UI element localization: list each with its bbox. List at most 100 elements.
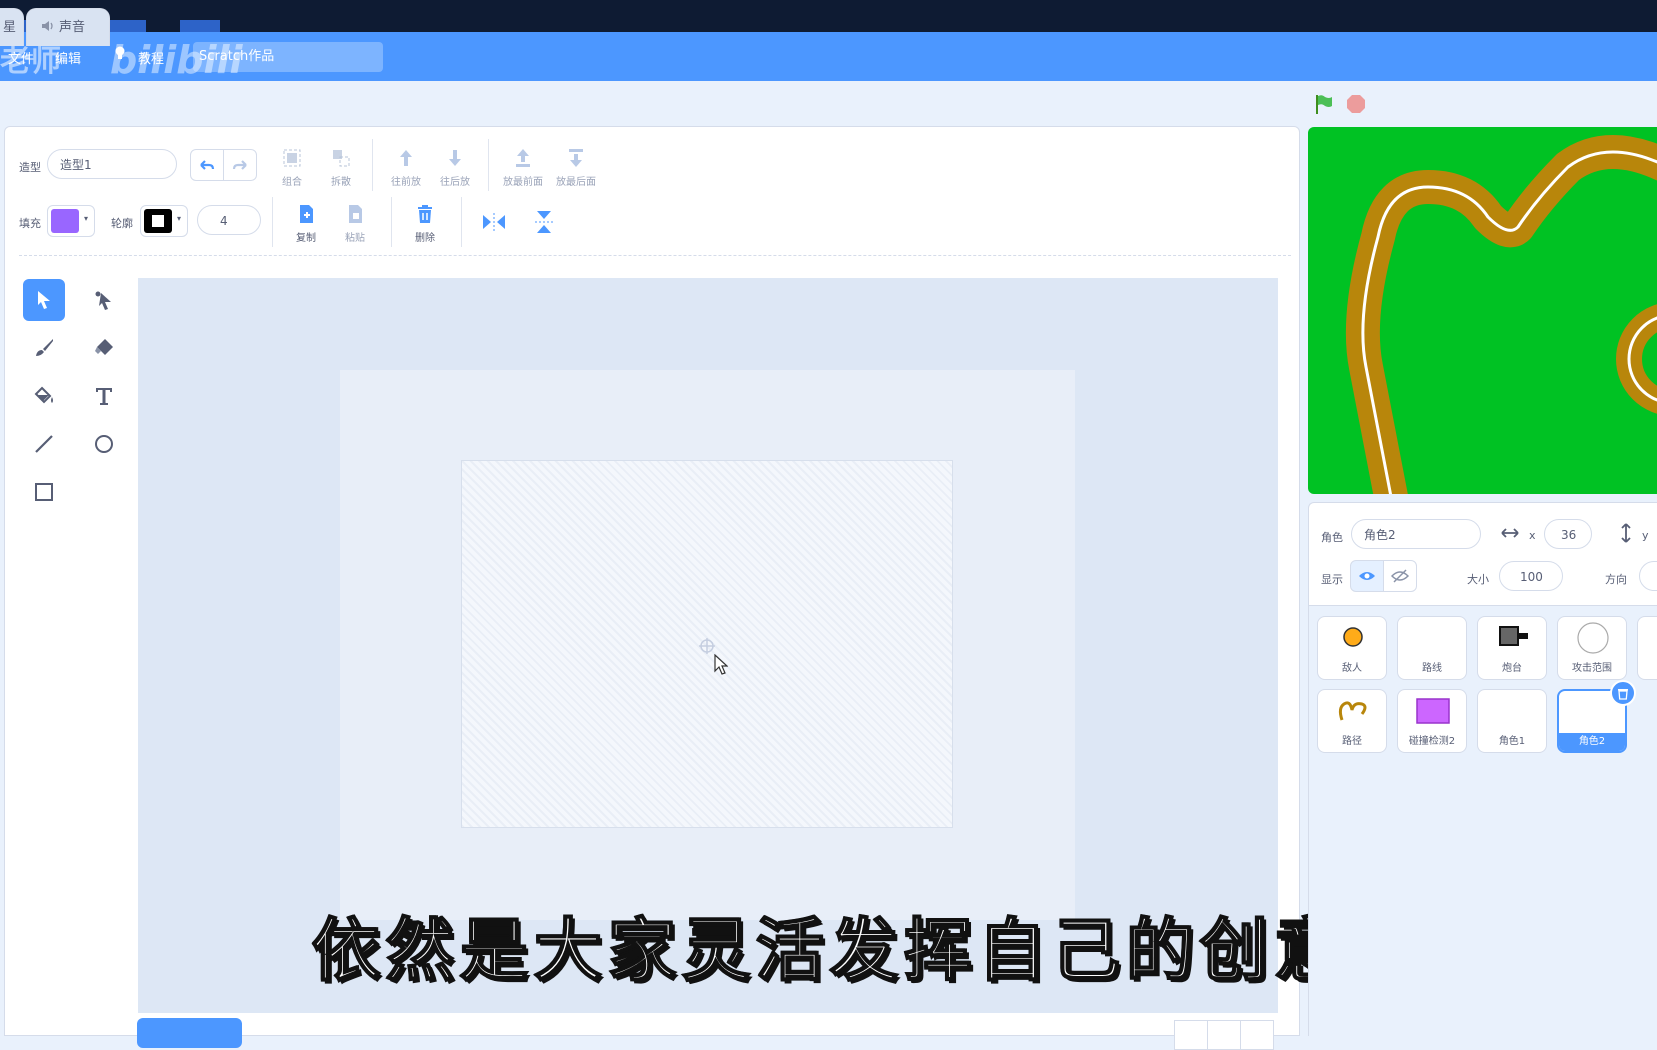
show-sprite-button[interactable] <box>1350 560 1384 592</box>
toolbar-divider <box>272 197 273 247</box>
direction-input[interactable] <box>1639 561 1657 591</box>
trash-icon <box>418 205 432 223</box>
costume-name-input[interactable]: 造型1 <box>47 149 177 179</box>
backward-button[interactable]: 往后放 <box>429 147 481 188</box>
rectangle-icon <box>35 483 53 501</box>
sprite-tile-attack-range[interactable]: 攻击范围 <box>1557 616 1627 680</box>
speaker-icon <box>42 21 53 31</box>
sprite-name: 炮台 <box>1502 663 1522 674</box>
forward-button[interactable]: 往前放 <box>380 147 432 188</box>
toolbar-dashed-divider <box>19 255 1291 256</box>
copy-button[interactable]: 复制 <box>280 203 332 244</box>
turret-icon <box>1499 626 1528 646</box>
flip-horizontal-icon <box>483 213 505 231</box>
copy-label: 复制 <box>296 233 316 244</box>
forward-label: 往前放 <box>391 177 421 188</box>
redo-icon <box>232 160 247 170</box>
sprite-tile-enemy[interactable]: 敌人 <box>1317 616 1387 680</box>
sprite-tile-route[interactable]: 路线 <box>1397 616 1467 680</box>
toolbar-divider <box>372 139 373 191</box>
brush-tool[interactable] <box>23 327 65 369</box>
fill-color-picker[interactable]: ▾ <box>47 205 95 237</box>
circle-tool[interactable] <box>83 423 125 465</box>
line-icon <box>35 435 53 453</box>
front-button[interactable]: 放最前面 <box>497 147 549 188</box>
sprite-name: 攻击范围 <box>1572 663 1612 674</box>
mouse-cursor-icon <box>714 654 728 675</box>
eraser-icon <box>95 339 113 355</box>
send-back-icon <box>569 149 583 167</box>
undo-button[interactable] <box>190 149 224 181</box>
paint-canvas-stage[interactable] <box>461 460 953 828</box>
sprite-name: 路线 <box>1422 663 1442 674</box>
fill-tool[interactable] <box>23 375 65 417</box>
paste-label: 粘贴 <box>345 233 365 244</box>
sprite-tile-collision[interactable]: 碰撞检测2 <box>1397 689 1467 753</box>
select-tool[interactable] <box>23 279 65 321</box>
sprite-tile-turret[interactable]: 炮台 <box>1477 616 1547 680</box>
show-label: 显示 <box>1321 573 1343 586</box>
outline-color-swatch <box>144 209 172 233</box>
eye-icon <box>1359 572 1375 580</box>
trash-icon <box>1618 689 1628 700</box>
sprite-tile-partial[interactable] <box>1637 616 1657 680</box>
vertical-arrows-icon <box>1621 523 1631 543</box>
redo-button[interactable] <box>223 149 257 181</box>
tab-code[interactable]: 星 <box>0 8 24 46</box>
text-tool[interactable] <box>83 375 125 417</box>
fill-label: 填充 <box>19 217 41 230</box>
green-flag-icon[interactable] <box>1313 93 1335 115</box>
outline-color-picker[interactable]: ▾ <box>140 205 188 237</box>
eraser-tool[interactable] <box>83 327 125 369</box>
outline-width-input[interactable]: 4 <box>197 205 261 235</box>
zoom-in-button[interactable] <box>1240 1020 1274 1050</box>
flip-vertical-button[interactable] <box>533 209 555 235</box>
convert-mode-button[interactable] <box>137 1018 242 1048</box>
group-label: 组合 <box>282 177 302 188</box>
rectangle-tool[interactable] <box>23 471 65 513</box>
pointer-arrow-icon <box>38 291 50 309</box>
arrow-up-icon <box>400 150 412 166</box>
direction-label: 方向 <box>1605 573 1627 586</box>
sprite-tile-role1[interactable]: 角色1 <box>1477 689 1547 753</box>
sprite-name: 敌人 <box>1342 663 1362 674</box>
delete-sprite-button[interactable] <box>1610 680 1636 706</box>
flip-horizontal-button[interactable] <box>481 211 507 233</box>
eye-slash-icon <box>1391 569 1409 583</box>
stage-track-drawing <box>1345 135 1657 494</box>
sprite-name: 碰撞检测2 <box>1408 736 1456 747</box>
stop-sign-icon[interactable] <box>1346 94 1366 114</box>
delete-label: 删除 <box>415 233 435 244</box>
paste-button[interactable]: 粘贴 <box>329 203 381 244</box>
ungroup-button[interactable]: 拆散 <box>315 147 367 188</box>
x-label: x <box>1529 529 1536 542</box>
sprite-tile-path[interactable]: 路径 <box>1317 689 1387 753</box>
line-tool[interactable] <box>23 423 65 465</box>
back-button[interactable]: 放最后面 <box>550 147 602 188</box>
x-input[interactable]: 36 <box>1544 519 1592 549</box>
flip-vertical-icon <box>535 211 553 233</box>
group-button[interactable]: 组合 <box>266 147 318 188</box>
outline-label: 轮廓 <box>111 217 133 230</box>
horizontal-arrows-icon <box>1501 528 1519 538</box>
brush-icon <box>36 339 53 356</box>
caret-down-icon: ▾ <box>84 214 89 223</box>
video-subtitle: 依然是大家灵活发挥自己的创意 <box>311 911 1348 992</box>
sprite-name-input[interactable]: 角色2 <box>1351 519 1481 549</box>
stage-preview[interactable] <box>1308 127 1657 494</box>
zoom-out-button[interactable] <box>1174 1020 1208 1050</box>
reshape-tool[interactable] <box>83 279 125 321</box>
window-top-strip <box>0 0 1657 32</box>
watermark-logo: bilibili <box>110 38 243 82</box>
sprite-label: 角色 <box>1321 531 1343 544</box>
group-icon <box>283 149 301 167</box>
zoom-reset-button[interactable] <box>1207 1020 1241 1050</box>
bring-front-icon <box>516 149 530 167</box>
size-input[interactable]: 100 <box>1499 561 1563 591</box>
tab-code-label: 星 <box>3 20 17 35</box>
caret-down-icon: ▾ <box>177 214 182 223</box>
delete-button[interactable]: 删除 <box>399 203 451 244</box>
hide-sprite-button[interactable] <box>1383 560 1417 592</box>
ungroup-icon <box>333 150 350 167</box>
tab-sounds[interactable]: 声音 <box>26 8 110 46</box>
